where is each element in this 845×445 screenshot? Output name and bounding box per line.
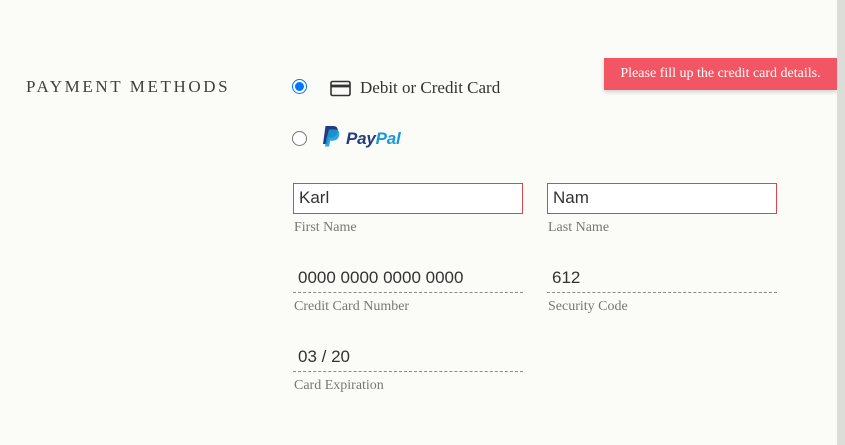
paypal-option[interactable]: PayPal [321,125,401,152]
last-name-label: Last Name [548,220,610,235]
card-expiration-input[interactable]: 03 / 20 [293,341,523,372]
card-number-label: Credit Card Number [294,299,410,314]
card-option-label[interactable]: Debit or Credit Card [360,78,500,98]
security-code-label: Security Code [548,299,628,314]
card-expiration-label: Card Expiration [294,378,384,393]
credit-card-icon [330,80,351,102]
last-name-input[interactable]: Nam [547,183,777,214]
security-code-input[interactable]: 612 [547,262,777,293]
payment-methods-title: PAYMENT METHODS [26,77,231,96]
first-name-input[interactable]: Karl [293,183,523,214]
first-name-label: First Name [294,220,357,235]
paypal-radio[interactable] [292,131,307,146]
scrollbar[interactable] [837,0,845,445]
card-number-input[interactable]: 0000 0000 0000 0000 [293,262,523,293]
error-tooltip: Please fill up the credit card details. [604,58,837,90]
card-radio[interactable] [292,79,307,94]
paypal-icon [321,125,341,152]
paypal-text: PayPal [346,128,401,148]
